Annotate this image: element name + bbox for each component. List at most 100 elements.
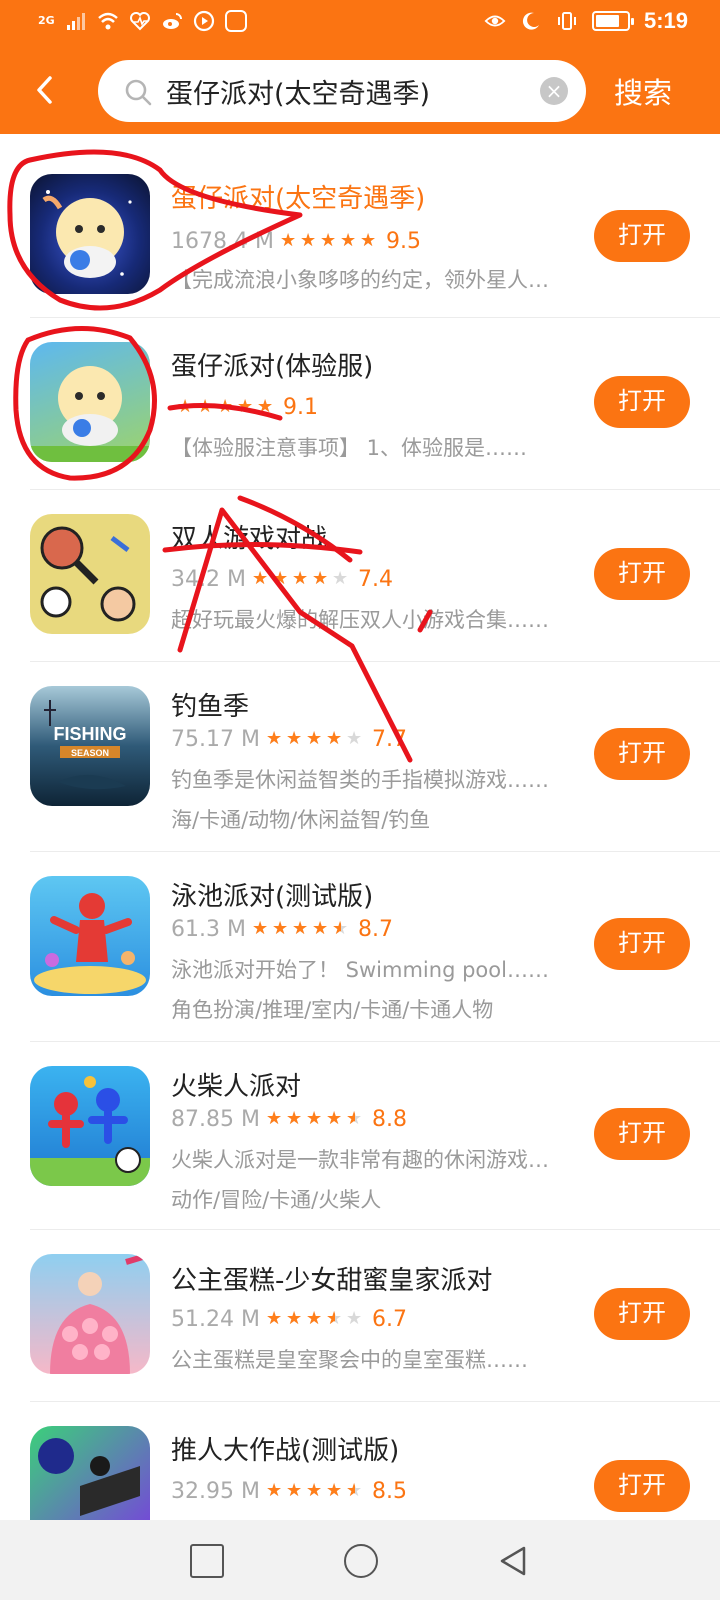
rating-stars: ★★★★★★★★★★ [280,232,378,250]
star-icon: ★★ [291,918,309,939]
star-icon: ★★ [299,230,317,251]
push-battle-icon[interactable] [30,1426,150,1520]
app-description: 公主蛋糕是皇室聚会中的皇室蛋糕…… [171,1348,528,1372]
app-size: 51.24 M [171,1306,260,1332]
list-item[interactable]: FISHING SEASON 钓鱼季 75.17 M ★★★★★★★★★★ 7.… [0,662,720,852]
network-type-label: 2G [38,14,55,27]
rating-score: 7.4 [357,566,393,592]
star-icon: ★★ [279,230,297,251]
list-item[interactable]: 公主蛋糕-少女甜蜜皇家派对 51.24 M ★★★★★★★★★★ 6.7 公主蛋… [0,1230,720,1402]
back-triangle-icon[interactable] [496,1544,530,1578]
home-icon[interactable] [344,1544,378,1578]
star-icon: ★★ [305,1308,323,1329]
eggy-party-test-icon[interactable] [30,342,150,462]
app-name[interactable]: 泳池派对(测试版) [171,876,373,913]
star-icon: ★★ [197,396,214,417]
search-results-list: 蛋仔派对(太空奇遇季) 1678.4 M ★ ★ ★ ★ ★ ★ ★ ★ ★ ★ 9.5 【完成流… [0,134,720,1520]
star-icon: ★★ [359,230,377,251]
star-icon: ★★ [285,1308,303,1329]
app-name[interactable]: 推人大作战(测试版) [171,1430,399,1467]
status-left-icons: 2G [38,10,247,32]
open-button[interactable]: 打开 [594,548,690,600]
app-meta: 51.24 M ★★★★★★★★★★ 6.7 [171,1304,407,1334]
status-right-icons: 5:19 [484,8,688,34]
search-header: 蛋仔派对(太空奇遇季) × 搜索 [0,48,720,134]
open-button[interactable]: 打开 [594,376,690,428]
system-nav-bar [0,1520,720,1600]
star-icon: ★★ [305,728,323,749]
fishing-season-icon[interactable]: FISHING SEASON [30,686,150,806]
app-tags: 动作/冒险/卡通/火柴人 [171,1188,382,1212]
open-button[interactable]: 打开 [594,1460,690,1512]
star-icon: ★★ [271,918,289,939]
star-icon: ★★ [237,396,254,417]
open-button[interactable]: 打开 [594,918,690,970]
weibo-icon [162,13,182,29]
list-item[interactable]: 火柴人派对 87.85 M ★ ★ ★ ★ ★ ★ ★ ★ ★ ★ 8.8 火柴人派对是一款非常有… [0,1042,720,1230]
stickman-party-icon[interactable] [30,1066,150,1186]
heart-rate-icon [129,12,150,31]
star-icon: ★★ [271,568,289,589]
list-item[interactable]: 泳池派对(测试版) 61.3 M ★ ★ ★ ★ ★ ★ ★ ★ ★ ★ 8.7 泳池派对开始了！… [0,852,720,1042]
star-icon: ★★ [217,396,234,417]
battery-fill [595,15,619,27]
rating-stars: ★★★★★★★★★★ [266,730,364,748]
open-button[interactable]: 打开 [594,210,690,262]
star-icon: ★★ [345,1108,363,1129]
list-item[interactable]: 推人大作战(测试版) 32.95 M ★ ★ ★ ★ ★ ★ ★ ★ ★ ★ 8.5 打开 [0,1402,720,1520]
app-size: 61.3 M [171,916,246,942]
eggy-party-space-icon[interactable] [30,174,150,294]
rating-score: 9.5 [385,228,421,254]
magnifier-icon [125,79,152,106]
open-button[interactable]: 打开 [594,1288,690,1340]
app-meta: 1678.4 M ★ ★ ★ ★ ★ ★ ★ ★ ★ ★ 9.5 [171,226,421,256]
star-icon: ★★ [319,230,337,251]
open-button[interactable]: 打开 [594,1108,690,1160]
search-button[interactable]: 搜索 [614,70,672,112]
app-name[interactable]: 公主蛋糕-少女甜蜜皇家派对 [171,1260,492,1297]
list-item[interactable]: 双人游戏对战 34.2 M ★★★★★★★★★★ 7.4 超好玩最火爆的解压双人… [0,490,720,662]
app-description: 【完成流浪小象哆哆的约定，领外星人…… [171,268,563,292]
app-name[interactable]: 火柴人派对 [171,1066,301,1103]
list-item[interactable]: 蛋仔派对(体验服) ★ ★ ★ ★ ★ ★ ★ ★ ★ ★ 9.1 【体验服注意事项】 1、体验服… [0,318,720,490]
star-icon: ★★ [265,1308,283,1329]
app-name[interactable]: 蛋仔派对(体验服) [171,346,373,383]
video-icon [193,10,214,32]
princess-cake-icon[interactable] [30,1254,150,1374]
two-player-games-icon[interactable] [30,514,150,634]
close-icon[interactable]: × [540,77,568,105]
app-description: 钓鱼季是休闲益智类的手指模拟游戏…… [171,768,549,792]
app-name[interactable]: 蛋仔派对(太空奇遇季) [171,178,425,215]
recent-apps-icon[interactable] [190,1544,224,1578]
search-query-text[interactable]: 蛋仔派对(太空奇遇季) [166,72,430,111]
star-icon: ★★ [251,568,269,589]
rating-score: 8.8 [371,1106,407,1132]
list-item[interactable]: 蛋仔派对(太空奇遇季) 1678.4 M ★ ★ ★ ★ ★ ★ ★ ★ ★ ★ 9.5 【完成流… [0,134,720,318]
fishing-logo-text: FISHING [53,724,126,744]
pool-party-icon[interactable] [30,876,150,996]
rating-score: 8.5 [371,1478,407,1504]
star-icon: ★★ [265,728,283,749]
star-icon: ★★ [311,918,329,939]
rating-score: 8.7 [357,916,393,942]
rating-score: 9.1 [283,394,318,420]
star-icon: ★★ [325,728,343,749]
eye-icon [484,15,506,27]
star-icon: ★★ [291,568,309,589]
app-meta: 75.17 M ★★★★★★★★★★ 7.7 [171,724,407,754]
rating-stars: ★★★★★★★★★★ [252,570,350,588]
chevron-left-icon[interactable] [26,70,66,110]
open-button[interactable]: 打开 [594,728,690,780]
app-name[interactable]: 双人游戏对战 [171,518,327,555]
app-size: 75.17 M [171,726,260,752]
star-icon: ★★ [325,1308,343,1329]
star-icon: ★★ [285,728,303,749]
rating-stars: ★★★★★★★★★★ [266,1482,364,1500]
search-input[interactable]: 蛋仔派对(太空奇遇季) × [98,60,586,122]
status-bar: 2G 5:19 [0,0,720,48]
baidu-icon [224,10,247,32]
vibrate-icon [557,12,576,30]
app-meta: ★ ★ ★ ★ ★ ★ ★ ★ ★ ★ 9.1 [171,392,318,422]
app-name[interactable]: 钓鱼季 [171,686,249,723]
star-icon: ★★ [331,568,349,589]
